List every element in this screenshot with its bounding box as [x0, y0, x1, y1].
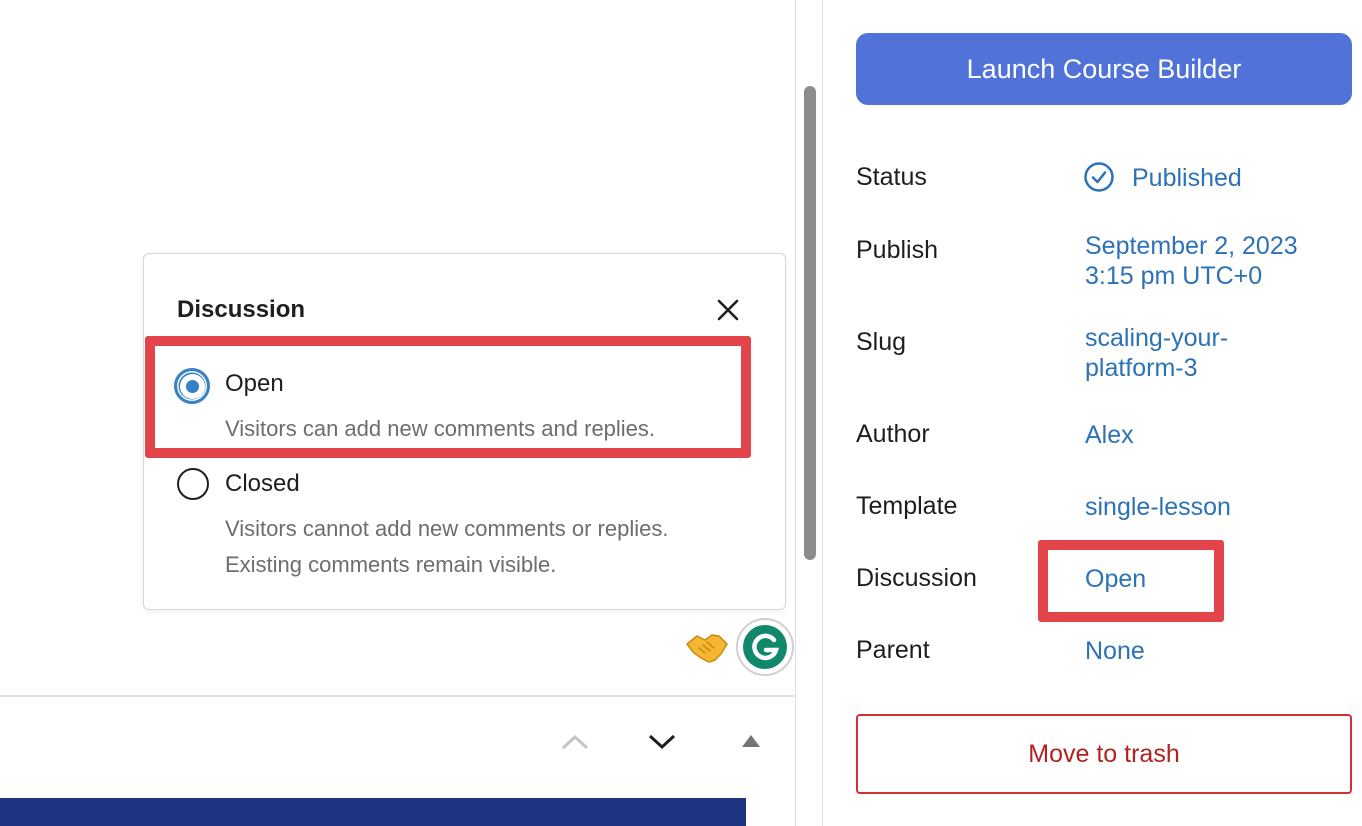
publish-time: 3:15 pm UTC+0 — [1085, 262, 1263, 290]
chevron-down-icon[interactable] — [647, 732, 677, 752]
bottom-bar — [0, 798, 746, 826]
slug-value[interactable]: scaling-your- platform-3 — [1085, 323, 1228, 383]
option-closed-description-line: Visitors cannot add new comments or repl… — [225, 516, 669, 541]
slug-label: Slug — [856, 328, 907, 356]
slug-line: platform-3 — [1085, 354, 1198, 382]
parent-label: Parent — [856, 636, 930, 664]
highlight-box-open-option — [145, 336, 751, 458]
option-closed-description: Visitors cannot add new comments or repl… — [225, 511, 668, 583]
publish-value[interactable]: September 2, 2023 3:15 pm UTC+0 — [1085, 231, 1298, 291]
popover-title: Discussion — [177, 296, 306, 323]
slug-line: scaling-your- — [1085, 324, 1229, 352]
highlight-box-discussion-value — [1038, 540, 1224, 622]
close-button[interactable] — [714, 296, 742, 324]
launch-course-builder-button[interactable]: Launch Course Builder — [856, 33, 1352, 105]
scrollbar[interactable] — [795, 0, 823, 826]
grammarly-icon — [743, 625, 787, 669]
status-label: Status — [856, 163, 927, 191]
divider — [0, 695, 795, 697]
publish-date: September 2, 2023 — [1085, 232, 1298, 260]
radio-closed[interactable] — [177, 468, 209, 500]
parent-value[interactable]: None — [1085, 636, 1145, 666]
author-value[interactable]: Alex — [1085, 420, 1134, 450]
template-label: Template — [856, 492, 958, 520]
editor-canvas: Discussion Open Visitors can add new com… — [0, 0, 795, 826]
publish-label: Publish — [856, 236, 938, 264]
template-value[interactable]: single-lesson — [1085, 492, 1231, 522]
document-settings-sidebar: Launch Course Builder Status Published P… — [823, 0, 1362, 826]
option-closed-label: Closed — [225, 470, 300, 497]
author-label: Author — [856, 420, 930, 448]
option-closed-description-line: Existing comments remain visible. — [225, 552, 557, 577]
move-to-trash-button[interactable]: Move to trash — [856, 714, 1352, 794]
handshake-icon — [686, 634, 728, 663]
check-circle-icon — [1084, 162, 1114, 192]
grammarly-button[interactable] — [736, 618, 794, 676]
status-value[interactable]: Published — [1132, 163, 1242, 193]
close-icon — [717, 299, 739, 321]
triangle-up-icon[interactable] — [740, 733, 762, 749]
discussion-label: Discussion — [856, 564, 977, 592]
scrollbar-thumb[interactable] — [804, 86, 816, 560]
chevron-up-icon[interactable] — [560, 732, 590, 752]
